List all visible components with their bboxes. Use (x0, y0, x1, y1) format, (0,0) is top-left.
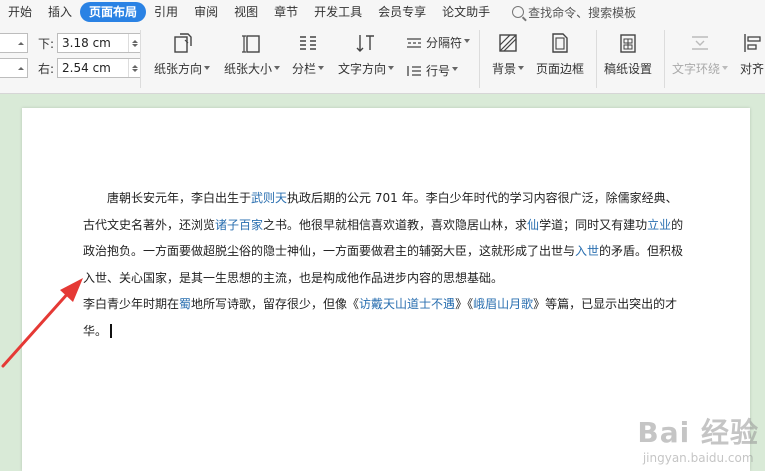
text-wrap-label: 文字环绕 (672, 62, 721, 76)
margin-right-input[interactable]: 2.54 cm (57, 58, 142, 78)
chevron-down-icon (464, 39, 471, 46)
hyperlink-xian[interactable]: 仙 (527, 218, 539, 232)
search-icon (512, 6, 525, 18)
orientation-button[interactable]: 纸张方向 (154, 32, 211, 77)
columns-label: 分栏 (292, 62, 317, 76)
tab-view[interactable]: 视图 (226, 2, 266, 22)
command-search-placeholder: 查找命令、搜索模板 (528, 5, 637, 20)
columns-icon (300, 36, 316, 50)
hyperlink-shu[interactable]: 蜀 (179, 297, 191, 311)
hyperlink-rushi[interactable]: 入世 (575, 244, 599, 258)
ribbon-separator (140, 30, 141, 88)
ribbon-separator (596, 30, 597, 88)
margin-top-stepper[interactable] (0, 33, 28, 53)
text-direction-icon (356, 35, 374, 52)
background-label: 背景 (492, 62, 517, 76)
paragraph-1[interactable]: 唐朝长安元年，李白出生于武则天执政后期的公元 701 年。李白少年时代的学习内容… (83, 185, 688, 291)
text-run: 李白青少年时期在 (83, 297, 180, 311)
paper-size-icon (242, 35, 260, 53)
tab-page-layout[interactable]: 页面布局 (80, 2, 147, 22)
tab-references[interactable]: 引用 (146, 2, 186, 22)
margin-right-value: 2.54 cm (62, 61, 111, 75)
hyperlink-wuzetian[interactable]: 武则天 (251, 191, 287, 205)
tab-home[interactable]: 开始 (0, 2, 40, 22)
hyperlink-emeishan[interactable]: 峨眉山月歌 (473, 297, 533, 311)
margin-bottom-input[interactable]: 3.18 cm (57, 33, 142, 53)
text-run: 地所写诗歌，留存很少，但像《 (191, 297, 360, 311)
watermark-logo: Bai 经验 (637, 416, 759, 449)
margin-bottom-spin[interactable] (128, 34, 140, 52)
text-direction-label: 文字方向 (338, 62, 387, 76)
text-run: 唐朝长安元年，李白出生于 (107, 191, 252, 205)
page-border-button[interactable]: 页面边框 (536, 32, 584, 77)
line-number-icon (407, 65, 421, 76)
text-cursor (110, 324, 112, 338)
align-button[interactable]: 对齐 (740, 32, 764, 77)
hyperlink-liye[interactable]: 立业 (647, 218, 671, 232)
chevron-down-icon (388, 66, 395, 73)
hyperlink-fangdai[interactable]: 访戴天山道士不遇 (359, 297, 455, 311)
tab-insert[interactable]: 插入 (40, 2, 80, 22)
line-number-label: 行号 (426, 64, 451, 78)
chevron-down-icon (452, 67, 459, 74)
orientation-label: 纸张方向 (154, 62, 203, 76)
ribbon-separator (479, 30, 480, 88)
align-icon (744, 34, 761, 52)
text-run: 》《 (455, 297, 474, 311)
chevron-down-icon (722, 66, 729, 73)
command-search[interactable]: 查找命令、搜索模板 (512, 4, 636, 21)
margin-left-stepper[interactable] (0, 58, 28, 78)
tab-thesis[interactable]: 论文助手 (434, 2, 498, 22)
grid-paper-icon (620, 34, 636, 53)
ribbon-toolbar: 下: 3.18 cm 右: 2.54 cm 纸张方向 纸张大小 分栏 文字方向 … (0, 24, 765, 94)
chevron-down-icon (274, 66, 281, 73)
paragraph-2[interactable]: 李白青少年时期在蜀地所写诗歌，留存很少，但像《访戴天山道士不遇》《峨眉山月歌》等… (83, 291, 688, 344)
chevron-down-icon (518, 66, 525, 73)
section-break-button[interactable]: 分隔符 (406, 34, 471, 51)
margin-bottom-row: 下: 3.18 cm (38, 33, 142, 53)
text-run: 之书。他很早就相信喜欢道教，喜欢隐居山林，求 (263, 217, 528, 232)
paper-size-label: 纸张大小 (224, 62, 273, 76)
text-run: 学道；同时又有建功 (539, 217, 648, 232)
hyperlink-zhuzibaijia[interactable]: 诸子百家 (215, 218, 263, 232)
text-wrap-button[interactable]: 文字环绕 (672, 32, 729, 77)
page-border-label: 页面边框 (536, 62, 585, 76)
section-break-icon (407, 37, 421, 48)
margin-right-label: 右: (38, 61, 55, 76)
watermark-url: jingyan.baidu.com (642, 451, 754, 465)
margin-bottom-label: 下: (38, 36, 55, 51)
text-direction-button[interactable]: 文字方向 (338, 32, 395, 77)
background-button[interactable]: 背景 (492, 32, 525, 77)
columns-button[interactable]: 分栏 (292, 32, 325, 77)
baidu-jingyan-watermark: Bai 经验 jingyan.baidu.com (637, 411, 759, 465)
menu-bar: 开始 插入 页面布局 引用 审阅 视图 章节 开发工具 会员专享 论文助手 查找… (0, 0, 765, 24)
tab-member[interactable]: 会员专享 (370, 2, 434, 22)
page-background-icon (499, 34, 517, 52)
section-break-label: 分隔符 (426, 36, 463, 50)
paper-size-button[interactable]: 纸张大小 (224, 32, 281, 77)
chevron-down-icon (318, 66, 325, 73)
align-label: 对齐 (740, 62, 765, 76)
ribbon-separator (664, 30, 665, 88)
grid-paper-label: 稿纸设置 (604, 62, 653, 76)
tab-chapter[interactable]: 章节 (266, 2, 306, 22)
line-number-button[interactable]: 行号 (406, 62, 459, 79)
tab-review[interactable]: 审阅 (186, 2, 226, 22)
page-border-icon (552, 33, 568, 53)
text-wrap-icon (692, 36, 708, 50)
margin-right-row: 右: 2.54 cm (38, 58, 142, 78)
grid-paper-button[interactable]: 稿纸设置 (604, 32, 652, 77)
chevron-down-icon (204, 66, 211, 73)
tab-developer[interactable]: 开发工具 (306, 2, 370, 22)
page-orientation-icon (174, 33, 192, 53)
margin-right-spin[interactable] (128, 59, 140, 77)
margin-bottom-value: 3.18 cm (62, 36, 111, 50)
